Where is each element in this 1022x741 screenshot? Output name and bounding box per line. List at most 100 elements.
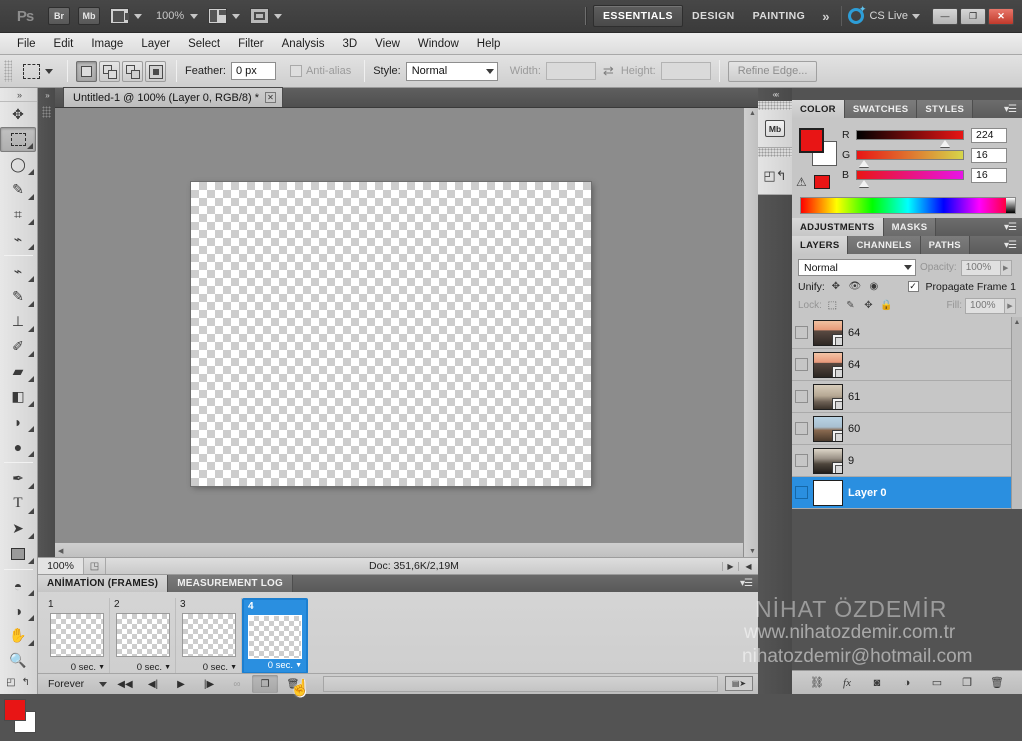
mini-bridge-panel-button[interactable]: Mb <box>758 110 792 148</box>
style-select[interactable]: Normal <box>405 61 498 81</box>
maximize-button[interactable]: ❐ <box>960 7 986 25</box>
3d-object-rotate-tool[interactable]: ◓ <box>0 573 36 598</box>
canvas-area[interactable]: ▲ ▼ ◀ <box>55 108 758 557</box>
layer-visibility-toggle[interactable] <box>795 422 808 435</box>
tab-styles[interactable]: STYLES <box>917 100 974 118</box>
channel-value-r[interactable]: 224 <box>971 127 1007 143</box>
lock-all-icon[interactable]: 🔒 <box>879 298 894 313</box>
rectangle-tool[interactable] <box>0 541 36 566</box>
scroll-up-icon[interactable]: ▲ <box>1012 317 1022 326</box>
history-brush-tool[interactable]: ✐ <box>0 334 36 359</box>
tab-animation-frames[interactable]: ANİMATİON (FRAMES) <box>38 575 169 592</box>
workspace-essentials[interactable]: ESSENTIALS <box>593 5 683 27</box>
arrange-chevron-down-icon[interactable] <box>232 13 241 19</box>
tab-masks[interactable]: MASKS <box>883 218 937 236</box>
screen-mode-control[interactable] <box>250 8 283 24</box>
menu-file[interactable]: File <box>8 35 45 53</box>
foreground-color-swatch[interactable] <box>4 699 26 721</box>
lock-position-icon[interactable]: ✥ <box>861 298 876 313</box>
select-next-frame-button[interactable]: |▶ <box>196 675 222 693</box>
fill-stepper-icon[interactable]: ▶ <box>1005 297 1016 314</box>
chevron-down-icon[interactable] <box>134 13 142 19</box>
zoom-chevron-down-icon[interactable] <box>190 13 199 19</box>
delete-layer-icon[interactable]: 🗑 <box>989 675 1005 691</box>
channel-value-b[interactable]: 16 <box>971 167 1007 183</box>
animation-frame[interactable]: 2 0 sec. ▼ <box>110 598 176 674</box>
foreground-color-swatch[interactable] <box>799 128 824 153</box>
canvas-vertical-scrollbar[interactable]: ▲ ▼ <box>743 108 758 557</box>
convert-to-timeline-icon[interactable]: ▤➤ <box>725 676 753 691</box>
pen-tool[interactable]: ✒ <box>0 466 36 491</box>
menu-analysis[interactable]: Analysis <box>273 35 334 53</box>
out-of-gamut-swatch[interactable] <box>814 175 830 189</box>
menu-edit[interactable]: Edit <box>45 35 83 53</box>
swap-colors-icon[interactable]: ↰ <box>22 677 30 688</box>
menu-select[interactable]: Select <box>179 35 229 53</box>
document-canvas[interactable] <box>191 182 591 486</box>
collapse-dock-icon[interactable]: «« <box>758 88 792 101</box>
fill-input[interactable]: 100% <box>965 297 1005 314</box>
eraser-tool[interactable]: ▰ <box>0 359 36 384</box>
lock-image-pixels-icon[interactable]: ✎ <box>843 298 858 313</box>
menu-view[interactable]: View <box>366 35 409 53</box>
type-tool[interactable]: T <box>0 491 36 516</box>
layer-name[interactable]: 64 <box>848 327 860 339</box>
adjustments-panel-menu-icon[interactable]: ▾☰ <box>998 218 1022 236</box>
table-row[interactable]: 61 <box>792 381 1022 413</box>
layer-visibility-toggle[interactable] <box>795 486 808 499</box>
eyedropper-tool[interactable]: ⌁ <box>0 227 36 252</box>
tool-preset-chevron-down-icon[interactable] <box>45 68 53 74</box>
frame-delay[interactable]: 0 sec. ▼ <box>71 662 105 673</box>
layer-name[interactable]: Layer 0 <box>848 487 887 499</box>
menu-layer[interactable]: Layer <box>132 35 179 53</box>
blend-mode-select[interactable]: Normal <box>798 259 916 276</box>
channel-slider-g[interactable] <box>856 150 964 167</box>
frame-delay[interactable]: 0 sec. ▼ <box>203 662 237 673</box>
blur-tool[interactable]: ◗ <box>0 409 36 434</box>
gradient-tool[interactable]: ◧ <box>0 384 36 409</box>
arrange-documents-control[interactable] <box>208 8 241 24</box>
table-row[interactable]: 64 <box>792 349 1022 381</box>
workspace-design[interactable]: DESIGN <box>683 6 744 26</box>
status-zoom-field[interactable]: 100% <box>38 557 84 575</box>
tab-channels[interactable]: CHANNELS <box>848 236 921 254</box>
subtract-from-selection-button[interactable] <box>122 60 143 82</box>
table-row[interactable]: 9 <box>792 445 1022 477</box>
frame-delay[interactable]: 0 sec. ▼ <box>268 660 302 671</box>
refine-edge-button[interactable]: Refine Edge... <box>727 60 818 82</box>
layer-style-icon[interactable]: fx <box>839 675 855 691</box>
gamut-warning-icon[interactable]: ⚠ <box>796 175 807 189</box>
tab-measurement-log[interactable]: MEASUREMENT LOG <box>168 575 293 592</box>
opacity-stepper-icon[interactable]: ▶ <box>1000 259 1012 276</box>
options-bar-grip[interactable] <box>4 60 12 82</box>
color-panel-menu-icon[interactable]: ▾☰ <box>998 100 1022 118</box>
link-layers-icon[interactable]: ⛓ <box>809 675 825 691</box>
new-group-icon[interactable]: ▭ <box>929 675 945 691</box>
view-extras-control[interactable] <box>110 8 142 24</box>
dodge-tool[interactable]: ● <box>0 434 36 459</box>
table-row-selected[interactable]: Layer 0 <box>792 477 1022 509</box>
clone-stamp-tool[interactable]: ⊥ <box>0 309 36 334</box>
zoom-tool[interactable]: 🔍 <box>0 648 36 673</box>
lasso-tool[interactable]: ◯ <box>0 152 36 177</box>
document-tab[interactable]: Untitled-1 @ 100% (Layer 0, RGB/8) * ✕ <box>63 87 284 107</box>
scroll-up-icon[interactable]: ▲ <box>749 110 756 117</box>
expand-dock-icon[interactable]: » <box>38 88 55 100</box>
layer-visibility-toggle[interactable] <box>795 358 808 371</box>
tab-adjustments[interactable]: ADJUSTMENTS <box>792 218 884 236</box>
feather-input[interactable]: 0 px <box>230 62 276 80</box>
animation-frame[interactable]: 1 0 sec. ▼ <box>44 598 110 674</box>
height-input[interactable] <box>660 62 711 80</box>
layer-visibility-toggle[interactable] <box>795 454 808 467</box>
layer-visibility-toggle[interactable] <box>795 326 808 339</box>
workspace-painting[interactable]: PAINTING <box>744 6 815 26</box>
canvas-horizontal-scrollbar[interactable]: ◀ <box>55 542 743 557</box>
cs-live-button[interactable]: CS Live <box>848 4 920 24</box>
layers-panel-menu-icon[interactable]: ▾☰ <box>998 236 1022 254</box>
layer-mask-icon[interactable]: ◙ <box>869 675 885 691</box>
scroll-down-icon[interactable]: ▼ <box>749 548 756 555</box>
launch-mini-bridge-button[interactable]: Mb <box>78 7 100 25</box>
tools-expand-toggle[interactable]: » <box>0 88 37 102</box>
lock-transparent-pixels-icon[interactable]: ⬚ <box>825 298 840 313</box>
mini-dock-grip[interactable] <box>758 101 792 110</box>
